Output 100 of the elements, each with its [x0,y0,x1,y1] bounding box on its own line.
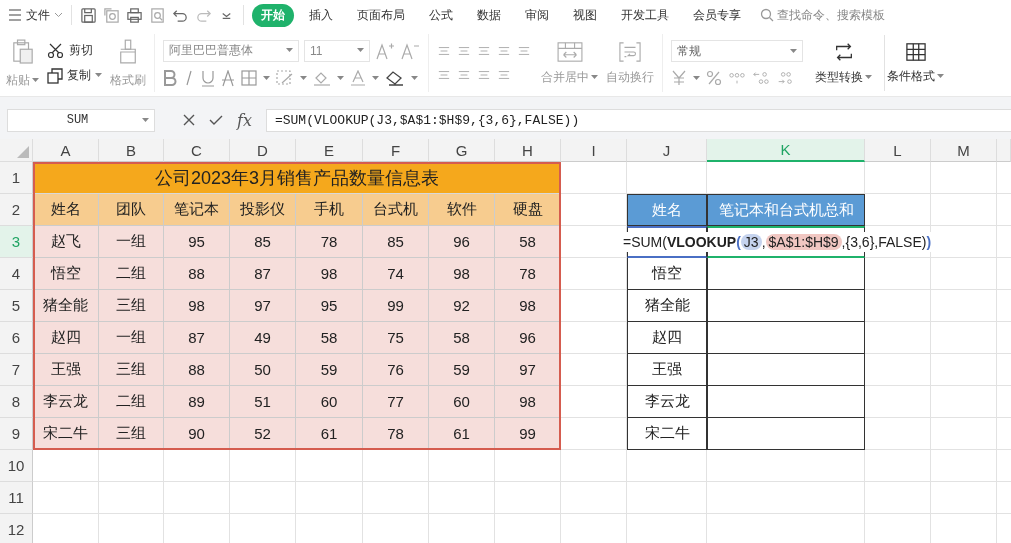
column-header[interactable]: F [363,139,429,162]
ribbon-tab[interactable]: 开发工具 [612,3,678,27]
table-cell: 赵四 [627,322,707,354]
brush-icon [118,37,138,66]
save-icon[interactable] [80,6,97,24]
ribbon-tab[interactable]: 公式 [420,3,462,27]
table-cell: 一组 [99,226,164,258]
caret-icon [32,77,39,83]
column-header[interactable]: A [33,139,99,162]
table-cell: 78 [495,258,561,290]
table-cell: 61 [429,418,495,450]
column-header[interactable]: L [865,139,931,162]
table-cell: 52 [230,418,296,450]
column-header[interactable]: J [627,139,707,162]
table-cell: 95 [296,290,363,322]
conditional-format-button[interactable]: 条件格式 [887,41,944,85]
table-cell: 95 [164,226,230,258]
table-cell: 赵飞 [33,226,99,258]
table-title: 公司2023年3月销售产品数量信息表 [33,162,561,194]
table-cell: 97 [230,290,296,322]
column-header[interactable]: M [931,139,997,162]
caret-icon [300,75,307,81]
type-convert-button[interactable]: 类型转换 [815,40,872,86]
table-cell: 悟空 [627,258,707,290]
cell-editor[interactable]: =SUM(VLOOKUP( J3 , $A$1:$H$9 ,{3,6},FALSE)) [623,232,932,252]
table-cell: 李云龙 [627,386,707,418]
number-format-select[interactable]: 常规 [671,40,803,62]
table-cell: 77 [363,386,429,418]
table-cell: 50 [230,354,296,386]
table-cell: 90 [164,418,230,450]
row-header[interactable]: 4 [0,258,33,290]
command-search[interactable]: 查找命令、搜索模板 [760,6,885,24]
insert-function-button[interactable]: fx [237,110,252,130]
ribbon-tab[interactable]: 数据 [468,3,510,27]
name-box[interactable]: SUM [7,108,155,132]
row-header[interactable]: 10 [0,450,33,482]
row-header[interactable]: 11 [0,482,33,514]
table-cell: 王强 [627,354,707,386]
select-all-icon[interactable] [17,146,29,158]
borders-icon[interactable] [241,70,257,86]
ribbon-tab[interactable]: 视图 [564,3,606,27]
column-header[interactable]: H [495,139,561,162]
table-cell: 悟空 [33,258,99,290]
column-header[interactable]: D [230,139,296,162]
row-header[interactable]: 7 [0,354,33,386]
font-select[interactable]: 阿里巴巴普惠体 [163,39,299,62]
table-cell: 李云龙 [33,386,99,418]
column-header[interactable]: I [561,139,627,162]
eraser-icon[interactable] [385,70,405,86]
copy-icon [47,67,63,84]
preview-icon[interactable] [149,6,166,24]
ribbon-tab[interactable]: 页面布局 [348,3,414,27]
table-cell: 78 [296,226,363,258]
formula-field[interactable]: =SUM(VLOOKUP(J3,$A$1:$H$9,{3,6},FALSE)) [265,108,1011,132]
table-cell: 60 [429,386,495,418]
ribbon-tab[interactable]: 审阅 [516,3,558,27]
table-cell: 58 [495,226,561,258]
row-header[interactable]: 6 [0,322,33,354]
fill-pattern-icon[interactable] [276,70,294,86]
ribbon-tab[interactable]: 插入 [300,3,342,27]
bold-icon[interactable] [163,70,177,86]
ribbon-tab[interactable]: 会员专享 [684,3,750,27]
italic-icon[interactable] [183,70,195,86]
currency-icon[interactable] [671,70,687,86]
table-cell: 78 [363,418,429,450]
scissors-icon [47,42,65,59]
table-cell: 92 [429,290,495,322]
row-header[interactable]: 9 [0,418,33,450]
cut-button[interactable]: 剪切 [47,42,102,59]
column-header[interactable]: B [99,139,164,162]
table-cell: 96 [429,226,495,258]
column-header[interactable]: G [429,139,495,162]
decrease-font-icon[interactable] [400,41,420,60]
caret-icon [357,48,364,53]
column-header[interactable]: E [296,139,363,162]
row-header[interactable]: 12 [0,514,33,543]
column-header[interactable]: C [164,139,230,162]
row-header[interactable]: 5 [0,290,33,322]
table-header-cell: 硬盘 [495,194,561,226]
table-cell: 98 [495,290,561,322]
increase-font-icon[interactable] [375,41,395,60]
font-size-select[interactable]: 11 [304,39,370,62]
percent-icon[interactable] [706,70,722,86]
copy-button[interactable]: 复制 [47,67,102,84]
table-grid-icon [904,41,927,62]
print-icon[interactable] [126,6,143,24]
file-menu[interactable]: 文件 [8,6,63,24]
row-header[interactable]: 2 [0,194,33,226]
table-cell: 97 [495,354,561,386]
table-cell: 60 [296,386,363,418]
confirm-icon[interactable] [209,114,223,126]
table-cell: 88 [164,258,230,290]
row-header[interactable]: 8 [0,386,33,418]
strikethrough-icon[interactable] [221,69,235,87]
caret-icon [286,48,293,53]
underline-icon[interactable] [201,69,215,87]
table-header-cell: 姓名 [33,194,99,226]
cancel-icon[interactable] [183,114,195,126]
font-color-icon[interactable] [350,69,366,87]
row-header[interactable]: 1 [0,162,33,194]
